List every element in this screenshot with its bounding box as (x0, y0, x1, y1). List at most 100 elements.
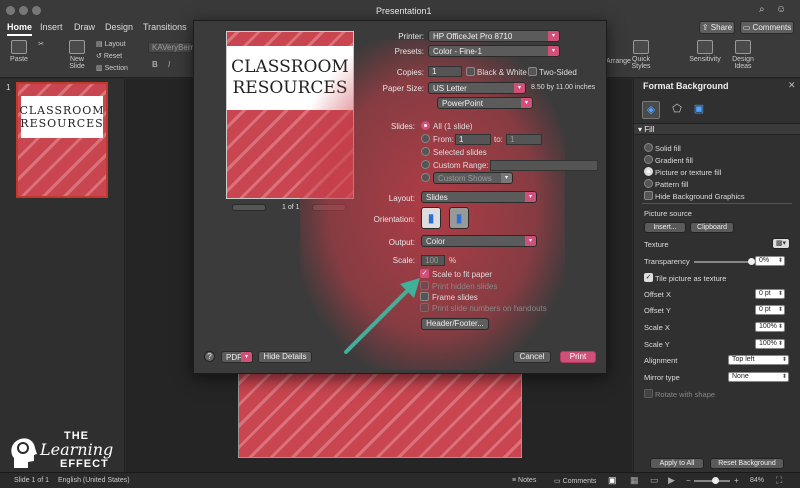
notes-button[interactable]: ≡ Notes (512, 477, 536, 484)
black-white-checkbox[interactable] (466, 67, 475, 76)
transparency-input[interactable]: 0% ⬍ (755, 256, 785, 266)
share-button[interactable]: ⇪ Share (699, 21, 735, 34)
design-ideas-button[interactable]: Design Ideas (728, 40, 758, 70)
fill-section-header[interactable]: ▾ Fill (634, 123, 800, 135)
print-button[interactable]: Print (560, 351, 596, 363)
transparency-slider-track[interactable] (694, 261, 750, 263)
from-input[interactable]: 1 (455, 134, 491, 145)
mirror-select[interactable]: None ⬍ (728, 372, 789, 382)
slide-thumbnail[interactable]: CLASSROOM RESOURCES (16, 82, 108, 198)
quick-styles-button[interactable]: Quick Styles (630, 40, 652, 70)
effects-tab-icon[interactable]: ⬠ (668, 101, 686, 119)
tab-design[interactable]: Design (105, 22, 133, 32)
clipboard-button[interactable]: Clipboard (690, 222, 734, 233)
comments-status-button[interactable]: ▭ Comments (554, 477, 596, 485)
new-slide-button[interactable]: New Slide (66, 40, 88, 70)
gradient-fill-radio[interactable] (644, 155, 653, 164)
reset-label: Reset (103, 53, 123, 60)
scale-x-input[interactable]: 100% ⬍ (755, 322, 785, 332)
output-select[interactable]: Color ▾ (421, 235, 537, 247)
landscape-orientation-button[interactable]: ▮ (449, 207, 469, 229)
zoom-out-icon[interactable]: − (686, 476, 691, 485)
scale-input[interactable]: 100 (421, 255, 445, 266)
italic-icon[interactable]: I (168, 60, 170, 69)
slideshow-icon[interactable]: ▶ (668, 475, 675, 486)
account-icon[interactable]: ☺ (776, 4, 786, 15)
layout-select[interactable]: Slides ▾ (421, 191, 537, 203)
to-input[interactable]: 1 (506, 134, 542, 145)
app-options-select[interactable]: PowerPoint ▾ (437, 97, 533, 109)
rotate-checkbox[interactable] (644, 389, 653, 398)
offset-x-input[interactable]: 0 pt ⬍ (755, 289, 785, 299)
bold-icon[interactable]: B (152, 60, 158, 69)
tab-transitions[interactable]: Transitions (143, 22, 187, 32)
fill-tab-icon[interactable]: ◈ (642, 101, 660, 119)
comments-button[interactable]: ▭ Comments (740, 21, 794, 34)
fit-to-window-icon[interactable]: ⛶ (776, 475, 782, 486)
zoom-in-icon[interactable]: + (734, 476, 739, 485)
tab-home[interactable]: Home (7, 22, 33, 36)
custom-range-radio[interactable] (421, 160, 430, 169)
custom-range-input[interactable] (490, 160, 598, 171)
stepper-icon[interactable]: ⬍ (778, 323, 783, 331)
minimize-window-icon[interactable] (19, 6, 28, 15)
paper-size-select[interactable]: US Letter ▾ (428, 82, 526, 94)
zoom-slider-thumb[interactable] (712, 477, 719, 484)
paste-button[interactable]: Paste (6, 40, 32, 63)
chevron-down-icon: ▾ (548, 46, 559, 56)
window-title: Presentation1 (376, 6, 432, 16)
portrait-orientation-button[interactable]: ▮ (421, 207, 441, 229)
stepper-icon[interactable]: ⬍ (778, 257, 783, 265)
all-slides-radio[interactable] (421, 121, 430, 130)
scale-y-input[interactable]: 100% ⬍ (755, 339, 785, 349)
custom-shows-select[interactable]: Custom Shows ▾ (433, 172, 513, 184)
presets-select[interactable]: Color - Fine-1 ▾ (428, 45, 560, 57)
header-footer-button[interactable]: Header/Footer... (421, 318, 489, 330)
stepper-icon[interactable]: ⬍ (778, 306, 783, 314)
section-button[interactable]: ▥ Section (96, 64, 128, 72)
transparency-slider-thumb[interactable] (748, 258, 755, 265)
output-value: Color (426, 237, 446, 246)
pattern-fill-radio[interactable] (644, 179, 653, 188)
copies-input[interactable]: 1 (428, 66, 462, 77)
solid-fill-radio[interactable] (644, 143, 653, 152)
offset-y-input[interactable]: 0 pt ⬍ (755, 305, 785, 315)
selected-slides-radio[interactable] (421, 147, 430, 156)
stepper-icon[interactable]: ⬍ (778, 340, 783, 348)
reset-background-button[interactable]: Reset Background (710, 458, 784, 469)
font-name-input[interactable]: KAVeryBerry! (148, 42, 199, 53)
preview-prev-button[interactable] (232, 204, 266, 211)
two-sided-checkbox[interactable] (528, 67, 537, 76)
stepper-icon[interactable]: ⬍ (778, 290, 783, 298)
hide-details-button[interactable]: Hide Details (258, 351, 312, 363)
normal-view-icon[interactable]: ▣ (608, 475, 617, 486)
alignment-select[interactable]: Top left ⬍ (728, 355, 789, 365)
cancel-button[interactable]: Cancel (513, 351, 551, 363)
from-radio[interactable] (421, 134, 430, 143)
close-icon[interactable]: ✕ (788, 80, 796, 91)
tile-checkbox[interactable]: ✓ (644, 273, 653, 282)
arrange-button[interactable]: Arrange (606, 58, 631, 65)
apply-to-all-button[interactable]: Apply to All (650, 458, 704, 469)
reading-view-icon[interactable]: ▭ (650, 475, 659, 486)
slide-canvas-visible[interactable] (238, 372, 522, 458)
tab-draw[interactable]: Draw (74, 22, 95, 32)
tab-insert[interactable]: Insert (40, 22, 63, 32)
close-window-icon[interactable] (6, 6, 15, 15)
zoom-window-icon[interactable] (32, 6, 41, 15)
reset-button[interactable]: ↺ Reset (96, 52, 122, 60)
picture-fill-radio[interactable] (644, 167, 653, 176)
layout-button[interactable]: ▤ Layout (96, 40, 126, 48)
picture-tab-icon[interactable]: ▣ (690, 101, 708, 119)
pdf-menu-button[interactable]: PDF ▾ (221, 351, 253, 363)
slide-sorter-icon[interactable]: ▦ (630, 475, 639, 486)
hide-graphics-checkbox[interactable] (644, 191, 653, 200)
texture-picker[interactable]: ▩▾ (772, 238, 790, 249)
insert-picture-button[interactable]: Insert... (644, 222, 686, 233)
search-icon[interactable]: ⌕ (759, 4, 765, 15)
cut-icon[interactable]: ✂ (36, 40, 46, 48)
sensitivity-button[interactable]: Sensitivity (688, 40, 722, 63)
custom-shows-radio[interactable] (421, 173, 430, 182)
help-button[interactable]: ? (204, 351, 215, 362)
printer-select[interactable]: HP OfficeJet Pro 8710 ▾ (428, 30, 560, 42)
